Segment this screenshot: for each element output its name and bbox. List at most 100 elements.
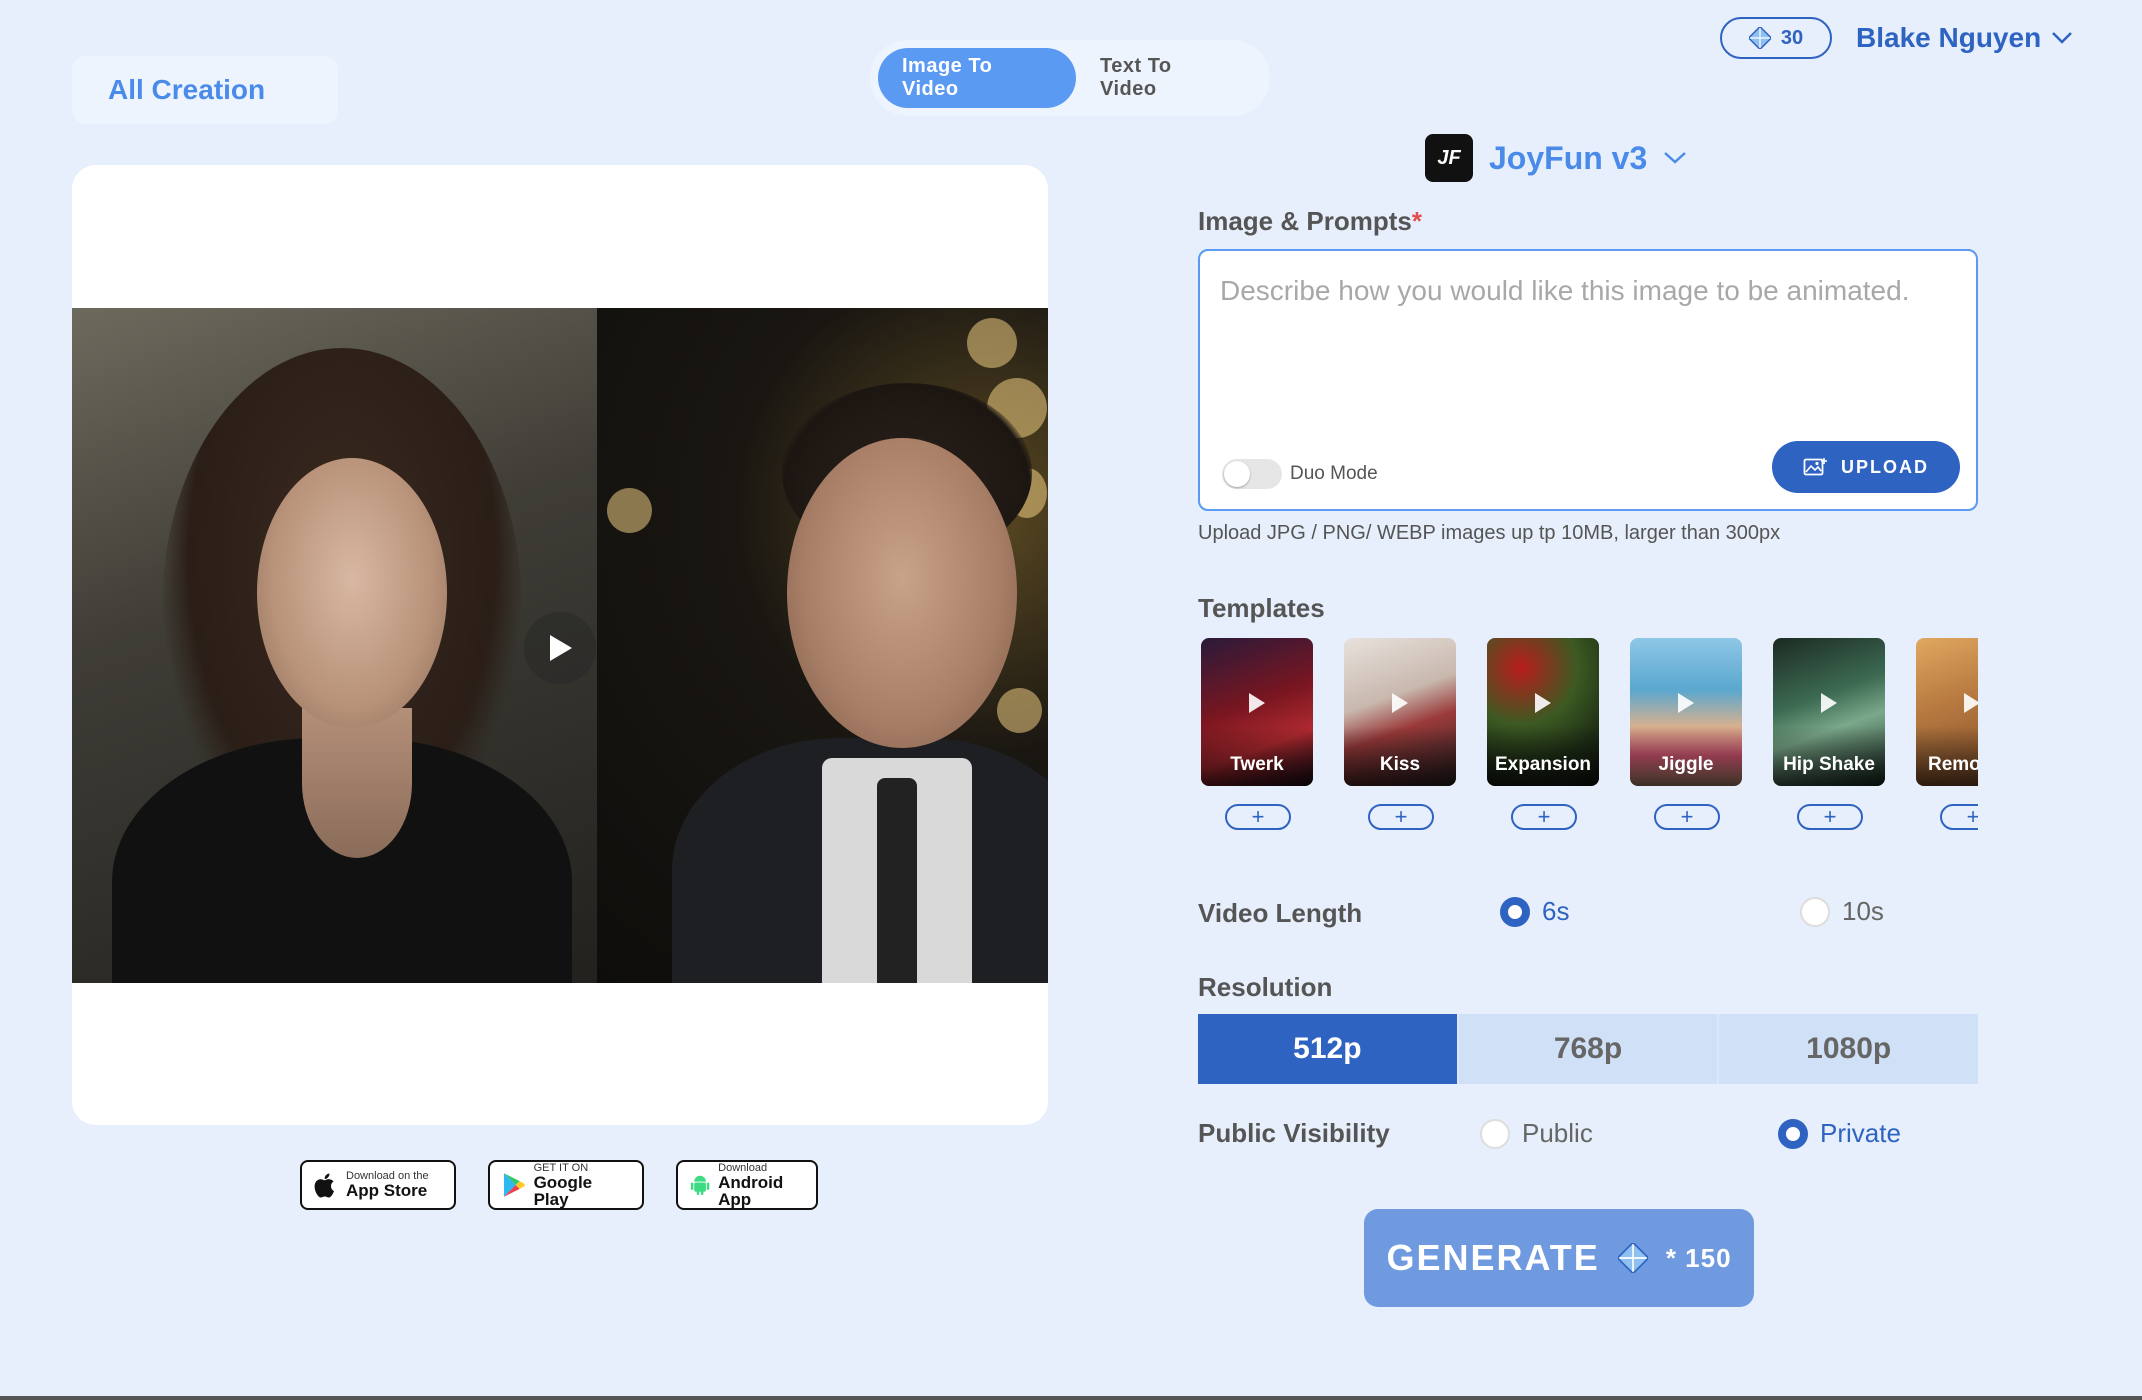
diamond-icon: [1748, 27, 1771, 49]
bottom-divider: [0, 1396, 2142, 1400]
all-creation-button[interactable]: All Creation: [72, 56, 338, 124]
woman-face: [257, 458, 447, 728]
badge-small-text: Download: [718, 1161, 768, 1174]
chevron-down-icon: [1664, 152, 1687, 164]
tab-image-to-video[interactable]: Image To Video: [878, 48, 1076, 108]
chevron-down-icon: [2052, 32, 2073, 44]
duo-mode-label: Duo Mode: [1290, 463, 1378, 484]
template-name: Remo: [1928, 754, 1978, 775]
template-item[interactable]: Hip Shake +: [1773, 638, 1887, 830]
toggle-knob: [1224, 461, 1250, 487]
template-add-button[interactable]: +: [1511, 804, 1577, 830]
app-store-badge[interactable]: Download on the App Store: [300, 1160, 456, 1210]
visibility-public[interactable]: Public: [1480, 1118, 1593, 1149]
preview-video[interactable]: [72, 308, 1048, 983]
visibility-label: Public Visibility: [1198, 1118, 1390, 1148]
video-length-label: Video Length: [1198, 898, 1363, 928]
template-thumbnail[interactable]: Hip Shake: [1773, 638, 1885, 786]
play-icon: [1535, 693, 1551, 714]
model-select[interactable]: JF JoyFun v3: [1425, 133, 1687, 183]
diamond-icon: [1617, 1243, 1648, 1273]
toggle-track[interactable]: [1222, 459, 1282, 489]
android-app-badge[interactable]: Download Android App: [676, 1160, 818, 1210]
prompt-label-text: Image & Prompts: [1198, 206, 1412, 236]
play-icon: [550, 635, 572, 661]
play-icon: [1392, 693, 1408, 714]
google-play-icon: [503, 1173, 525, 1197]
template-name: Hip Shake: [1783, 754, 1875, 775]
template-thumbnail[interactable]: Kiss: [1344, 638, 1456, 786]
play-button[interactable]: [524, 612, 596, 684]
generate-button[interactable]: GENERATE * 150: [1364, 1209, 1754, 1307]
resolution-768p[interactable]: 768p: [1458, 1014, 1720, 1084]
credits-badge[interactable]: 30: [1720, 17, 1832, 59]
template-thumbnail[interactable]: Twerk: [1201, 638, 1313, 786]
duo-mode-toggle[interactable]: Duo Mode: [1222, 459, 1378, 489]
play-icon: [1678, 693, 1694, 714]
bokeh-light: [607, 488, 652, 533]
radio-button[interactable]: [1500, 896, 1530, 927]
template-item[interactable]: Jiggle +: [1630, 638, 1744, 830]
template-thumbnail[interactable]: Remo: [1916, 638, 1978, 786]
templates-label: Templates: [1198, 593, 1325, 623]
template-add-button[interactable]: +: [1654, 804, 1720, 830]
app-store-text: Download on the App Store: [346, 1171, 429, 1200]
prompt-input[interactable]: [1220, 275, 1960, 425]
badge-small-text: GET IT ON: [533, 1161, 589, 1174]
templates-strip[interactable]: Twerk + Kiss + Expansion + Jiggle + Hip: [1198, 638, 1978, 834]
template-item[interactable]: Twerk +: [1201, 638, 1315, 830]
video-length-10s[interactable]: 10s: [1800, 896, 1884, 927]
prompt-box: Duo Mode UPLOAD: [1198, 249, 1978, 511]
template-thumbnail[interactable]: Jiggle: [1630, 638, 1742, 786]
play-icon: [1964, 693, 1978, 714]
bokeh-light: [967, 318, 1017, 368]
play-icon: [1821, 693, 1837, 714]
user-name: Blake Nguyen: [1856, 22, 2042, 53]
model-logo: JF: [1425, 134, 1473, 182]
woman-neck: [302, 708, 412, 858]
google-play-badge[interactable]: GET IT ON Google Play: [488, 1160, 644, 1210]
video-length-6s[interactable]: 6s: [1500, 896, 1569, 927]
template-name: Twerk: [1230, 754, 1284, 775]
store-badges: Download on the App Store GET IT ON Goog…: [300, 1160, 818, 1210]
resolution-512p[interactable]: 512p: [1198, 1014, 1459, 1084]
template-thumbnail[interactable]: Expansion: [1487, 638, 1599, 786]
radio-label: Public: [1522, 1118, 1593, 1148]
man-tie: [877, 778, 917, 983]
upload-button[interactable]: UPLOAD: [1772, 441, 1960, 493]
android-icon: [690, 1175, 710, 1196]
resolution-label: Resolution: [1198, 972, 1333, 1002]
radio-button[interactable]: [1800, 896, 1830, 927]
radio-button[interactable]: [1480, 1118, 1510, 1149]
template-item[interactable]: Kiss +: [1344, 638, 1458, 830]
resolution-1080p[interactable]: 1080p: [1719, 1014, 1979, 1084]
preview-card: [72, 165, 1048, 1125]
apple-icon: [314, 1173, 334, 1198]
upload-hint: Upload JPG / PNG/ WEBP images up tp 10MB…: [1198, 522, 1781, 544]
generate-label: GENERATE: [1386, 1237, 1600, 1278]
user-menu[interactable]: Blake Nguyen: [1856, 20, 2073, 56]
template-name: Expansion: [1494, 754, 1592, 775]
badge-big-text: App Store: [346, 1181, 428, 1200]
generate-cost: * 150: [1665, 1242, 1732, 1273]
radio-button[interactable]: [1778, 1118, 1808, 1149]
radio-label: 6s: [1542, 896, 1570, 926]
template-add-button[interactable]: +: [1368, 804, 1434, 830]
bokeh-light: [997, 688, 1042, 733]
model-name: JoyFun v3: [1489, 139, 1648, 176]
template-item[interactable]: Remo +: [1916, 638, 1978, 830]
preview-image-left: [72, 308, 597, 983]
image-upload-icon: [1803, 458, 1827, 476]
resolution-selector: 512p 768p 1080p: [1198, 1014, 1979, 1084]
tab-text-to-video[interactable]: Text To Video: [1076, 48, 1256, 108]
prompt-section-label: Image & Prompts*: [1198, 206, 1422, 237]
visibility-private[interactable]: Private: [1778, 1118, 1901, 1149]
template-add-button[interactable]: +: [1940, 804, 1978, 830]
badge-big-text: Google Play: [533, 1172, 593, 1209]
template-add-button[interactable]: +: [1225, 804, 1291, 830]
radio-label: Private: [1820, 1118, 1901, 1148]
badge-big-text: Android App: [718, 1172, 784, 1209]
template-add-button[interactable]: +: [1797, 804, 1863, 830]
mode-tabs: Image To Video Text To Video: [870, 40, 1270, 116]
template-item[interactable]: Expansion +: [1487, 638, 1601, 830]
